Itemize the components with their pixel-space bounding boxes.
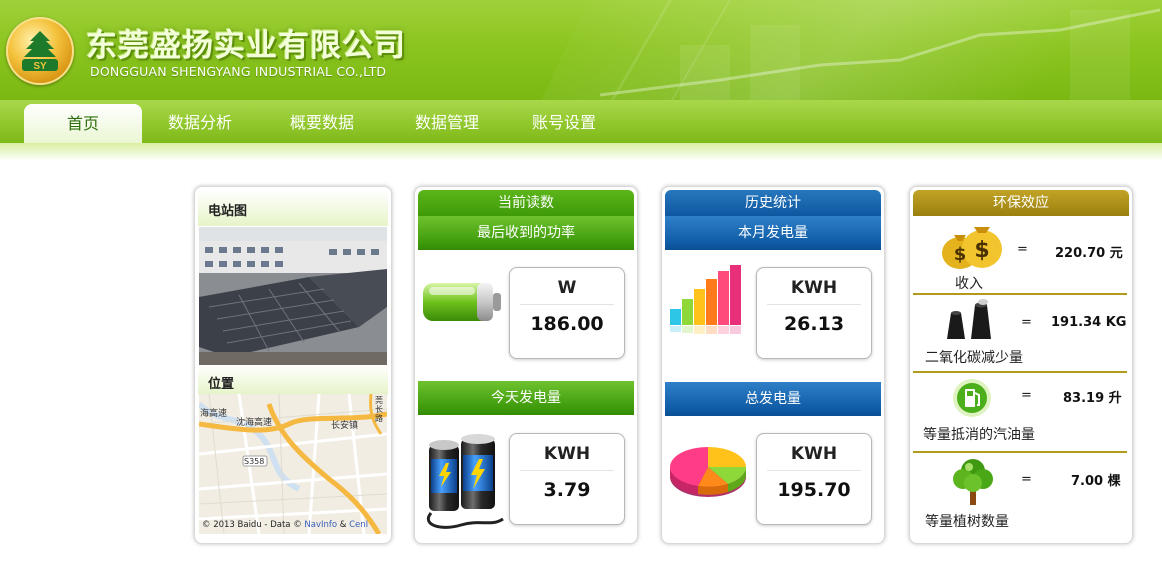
- nav-home[interactable]: 首页: [24, 104, 142, 143]
- map-copyright-text: © 2013 Baidu - Data ©: [202, 520, 305, 530]
- station-panel: 电站图 位置 海高速 沈海高速 长安镇 S358 莞长路 © 2013 Baid…: [194, 186, 392, 544]
- last-power-title: 最后收到的功率: [418, 216, 634, 250]
- map-canvas: [199, 394, 387, 534]
- fuel-amount: 83.19 升: [1063, 391, 1122, 406]
- power-value: 186.00: [530, 313, 604, 335]
- current-readings-header: 当前读数: [418, 190, 634, 216]
- reading-divider: [520, 304, 614, 305]
- trees-amount: 7.00 棵: [1071, 474, 1121, 489]
- month-value: 26.13: [783, 313, 845, 335]
- month-reading-box: KWH 26.13: [756, 267, 872, 359]
- current-readings-panel: 当前读数 最后收到的功率 W 186.00 今天发电量 KWH 3.79: [414, 186, 638, 544]
- battery-icon: [423, 283, 501, 321]
- logo-text: SY: [33, 61, 47, 72]
- nav-summary-data[interactable]: 概要数据: [272, 100, 372, 143]
- main-nav: 首页 数据分析 概要数据 数据管理 账号设置: [0, 100, 1162, 143]
- company-logo[interactable]: SY: [6, 17, 74, 85]
- map-label: 沈海高速: [236, 418, 273, 428]
- company-name-cn: 东莞盛扬实业有限公司: [86, 28, 406, 64]
- total-value: 195.70: [777, 479, 851, 501]
- reading-divider: [520, 470, 614, 471]
- station-title: 电站图: [208, 204, 248, 219]
- eco-divider: [913, 293, 1127, 295]
- eco-header: 环保效应: [913, 190, 1129, 216]
- site-header: SY 东莞盛扬实业有限公司 DONGGUAN SHENGYANG INDUSTR…: [0, 0, 1162, 100]
- dollar-glyph: $: [954, 244, 967, 265]
- logo-emblem-icon: SY: [22, 31, 58, 72]
- reading-divider: [767, 470, 861, 471]
- bar-chart-icon: [670, 265, 741, 334]
- location-map[interactable]: 海高速 沈海高速 长安镇 S358 莞长路 © 2013 Baidu - Dat…: [199, 394, 387, 534]
- station-title-bar: 电站图: [198, 190, 388, 226]
- map-label: 长安镇: [331, 421, 359, 431]
- trees-label: 等量植树数量: [925, 514, 1009, 530]
- location-title: 位置: [208, 377, 235, 392]
- today-unit: KWH: [543, 444, 591, 464]
- company-name-en: DONGGUAN SHENGYANG INDUSTRIAL CO.,LTD: [90, 64, 387, 79]
- eco-row-income: $ $ = 220.70 元 收入: [913, 221, 1127, 293]
- map-credit-link[interactable]: CenI: [349, 520, 368, 530]
- power-reading-box: W 186.00: [509, 267, 625, 359]
- fuel-pump-icon: [953, 379, 991, 417]
- equals-sign: =: [1017, 242, 1028, 257]
- fuel-label: 等量抵消的汽油量: [923, 427, 1035, 443]
- map-credit-link[interactable]: NavInfo: [304, 520, 337, 530]
- month-generation-title: 本月发电量: [665, 216, 881, 250]
- map-label: 海高速: [200, 409, 228, 419]
- history-header: 历史统计: [665, 190, 881, 216]
- map-copyright: © 2013 Baidu - Data © NavInfo & CenI: [202, 520, 368, 530]
- total-generation-title: 总发电量: [665, 382, 881, 416]
- eco-divider: [913, 451, 1127, 453]
- map-label: S358: [244, 457, 265, 466]
- header-chart-decoration: [600, 8, 1160, 100]
- money-bags-icon: $ $: [942, 227, 1002, 269]
- equals-sign: =: [1021, 315, 1032, 330]
- dollar-glyph: $: [974, 238, 989, 263]
- co2-label: 二氧化碳减少量: [925, 350, 1023, 366]
- nav-underglow: [0, 143, 1162, 161]
- batteries-icon: [427, 434, 504, 529]
- eco-row-co2: = 191.34 KG 二氧化碳减少量: [913, 297, 1127, 369]
- factory-chimney-icon: [947, 299, 991, 339]
- pie-chart-icon: [670, 447, 746, 497]
- eco-row-trees: = 7.00 棵 等量植树数量: [913, 455, 1127, 533]
- income-amount: 220.70 元: [1055, 246, 1123, 261]
- nav-data-management[interactable]: 数据管理: [397, 100, 497, 143]
- total-reading-box: KWH 195.70: [756, 433, 872, 525]
- equals-sign: =: [1021, 472, 1032, 487]
- nav-data-analysis[interactable]: 数据分析: [150, 100, 250, 143]
- month-unit: KWH: [790, 278, 838, 298]
- income-label: 收入: [955, 276, 983, 292]
- location-title-bar: 位置: [198, 365, 388, 395]
- eco-row-fuel: = 83.19 升 等量抵消的汽油量: [913, 375, 1127, 447]
- history-panel: 历史统计 本月发电量 KWH 26.13 总发电量 KWH 195.70: [661, 186, 885, 544]
- eco-panel: 环保效应 $ $ = 220.70 元 收入 = 191.34 KG 二氧化碳减…: [909, 186, 1133, 544]
- today-value: 3.79: [543, 479, 591, 501]
- reading-divider: [767, 304, 861, 305]
- equals-sign: =: [1021, 388, 1032, 403]
- tree-icon: [953, 459, 993, 505]
- today-reading-box: KWH 3.79: [509, 433, 625, 525]
- today-generation-title: 今天发电量: [418, 381, 634, 415]
- nav-account-settings[interactable]: 账号设置: [514, 100, 614, 143]
- total-unit: KWH: [790, 444, 838, 464]
- co2-amount: 191.34 KG: [1051, 315, 1127, 330]
- eco-divider: [913, 371, 1127, 373]
- power-unit: W: [557, 278, 577, 298]
- map-copyright-amp: &: [337, 520, 350, 530]
- map-label: 莞长路: [375, 396, 383, 423]
- station-photo[interactable]: [199, 227, 387, 365]
